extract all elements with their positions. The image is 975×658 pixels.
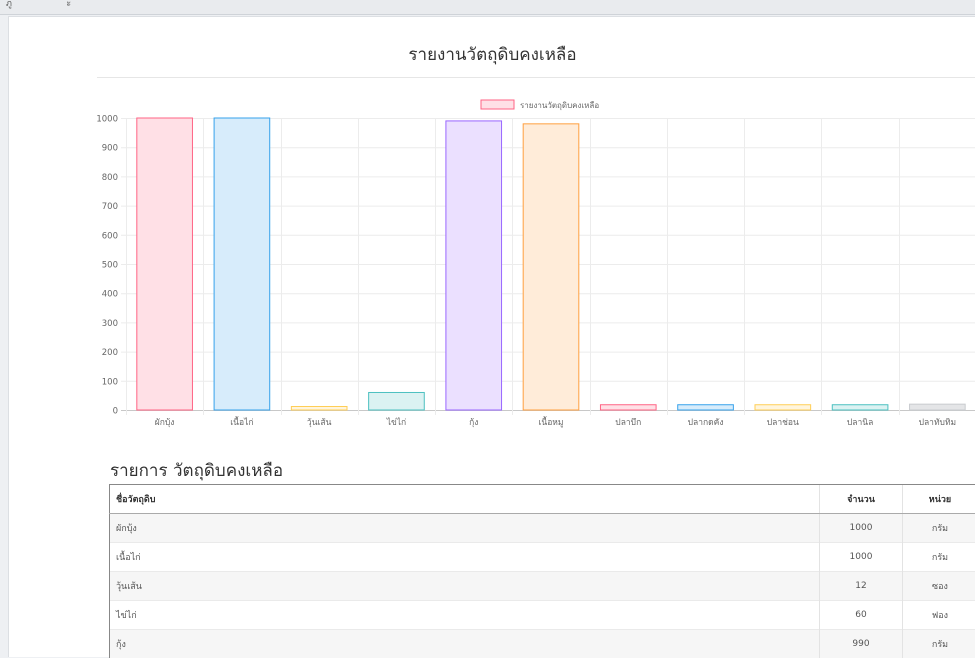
row-name: วุ้นเส้น <box>110 572 820 601</box>
row-unit: กรัม <box>903 630 975 658</box>
row-unit: กรัม <box>903 543 975 572</box>
y-tick-label: 100 <box>102 377 118 387</box>
bar <box>678 405 734 410</box>
row-name: ไข่ไก่ <box>110 601 820 630</box>
bar <box>832 405 888 410</box>
row-name: กุ้ง <box>110 630 820 658</box>
x-tick-label: ไข่ไก่ <box>386 417 407 428</box>
bar <box>214 118 270 410</box>
bar <box>910 404 966 410</box>
row-qty: 990 <box>820 630 903 658</box>
header-unit: หน่วย <box>903 485 975 514</box>
bar <box>600 405 656 410</box>
table-header-row: ชื่อวัตถุดิบ จำนวน หน่วย <box>110 485 975 514</box>
stock-table: ชื่อวัตถุดิบ จำนวน หน่วย ผักบุ้ง 1000 กร… <box>109 484 975 658</box>
y-tick-label: 400 <box>102 290 118 300</box>
table-row: กุ้ง 990 กรัม <box>110 630 975 658</box>
row-name: ผักบุ้ง <box>110 514 820 543</box>
bar <box>291 406 347 410</box>
x-tick-label: เนื้อหมู <box>538 416 563 428</box>
row-name: เนื้อไก่ <box>110 543 820 572</box>
row-unit: ซอง <box>903 572 975 601</box>
y-tick-label: 600 <box>102 231 118 241</box>
x-tick-label: ผักบุ้ง <box>155 417 175 428</box>
bar <box>137 118 193 410</box>
table-row: ผักบุ้ง 1000 กรัม <box>110 514 975 543</box>
x-tick-label: ปลาทับทิม <box>919 418 957 428</box>
row-unit: ฟอง <box>903 601 975 630</box>
y-tick-label: 300 <box>102 319 118 329</box>
x-tick-label: ปลาช่อน <box>767 418 799 428</box>
bar <box>369 392 425 410</box>
table-row: วุ้นเส้น 12 ซอง <box>110 572 975 601</box>
x-tick-label: เนื้อไก่ <box>230 416 253 428</box>
row-qty: 1000 <box>820 543 903 572</box>
y-tick-label: 0 <box>113 407 118 417</box>
y-tick-label: 700 <box>102 202 118 212</box>
legend-swatch <box>481 100 514 109</box>
table-row: เนื้อไก่ 1000 กรัม <box>110 543 975 572</box>
breadcrumb: ภู ะ <box>6 0 71 10</box>
row-qty: 60 <box>820 601 903 630</box>
legend-label: รายงานวัตถุดิบคงเหลือ <box>520 101 599 110</box>
x-tick-label: ปลากดคัง <box>688 418 724 428</box>
bar <box>523 124 579 410</box>
top-bar: ภู ะ <box>0 0 975 15</box>
y-tick-label: 1000 <box>96 115 118 125</box>
y-tick-label: 800 <box>102 173 118 183</box>
row-qty: 1000 <box>820 514 903 543</box>
report-panel: รายงานวัตถุดิบคงเหลือ 0 100 200 300 400 500 60… <box>8 16 975 657</box>
row-unit: กรัม <box>903 514 975 543</box>
stock-bar-chart: 0 100 200 300 400 500 600 700 800 900 1000 ผักบุ้ง เ… <box>9 17 975 437</box>
y-tick-label: 200 <box>102 348 118 358</box>
x-tick-label: ปลานิล <box>847 418 873 428</box>
row-qty: 12 <box>820 572 903 601</box>
header-qty: จำนวน <box>820 485 903 514</box>
table-row: ไข่ไก่ 60 ฟอง <box>110 601 975 630</box>
y-tick-label: 900 <box>102 144 118 154</box>
x-tick-label: วุ้นเส้น <box>307 417 332 428</box>
header-name: ชื่อวัตถุดิบ <box>110 485 820 514</box>
bar <box>446 121 502 410</box>
y-tick-label: 500 <box>102 261 118 271</box>
bar <box>755 405 811 410</box>
x-tick-label: ปลาบึก <box>615 418 641 428</box>
list-title: รายการ วัตถุดิบคงเหลือ <box>110 457 283 484</box>
x-tick-label: กุ้ง <box>469 417 478 428</box>
